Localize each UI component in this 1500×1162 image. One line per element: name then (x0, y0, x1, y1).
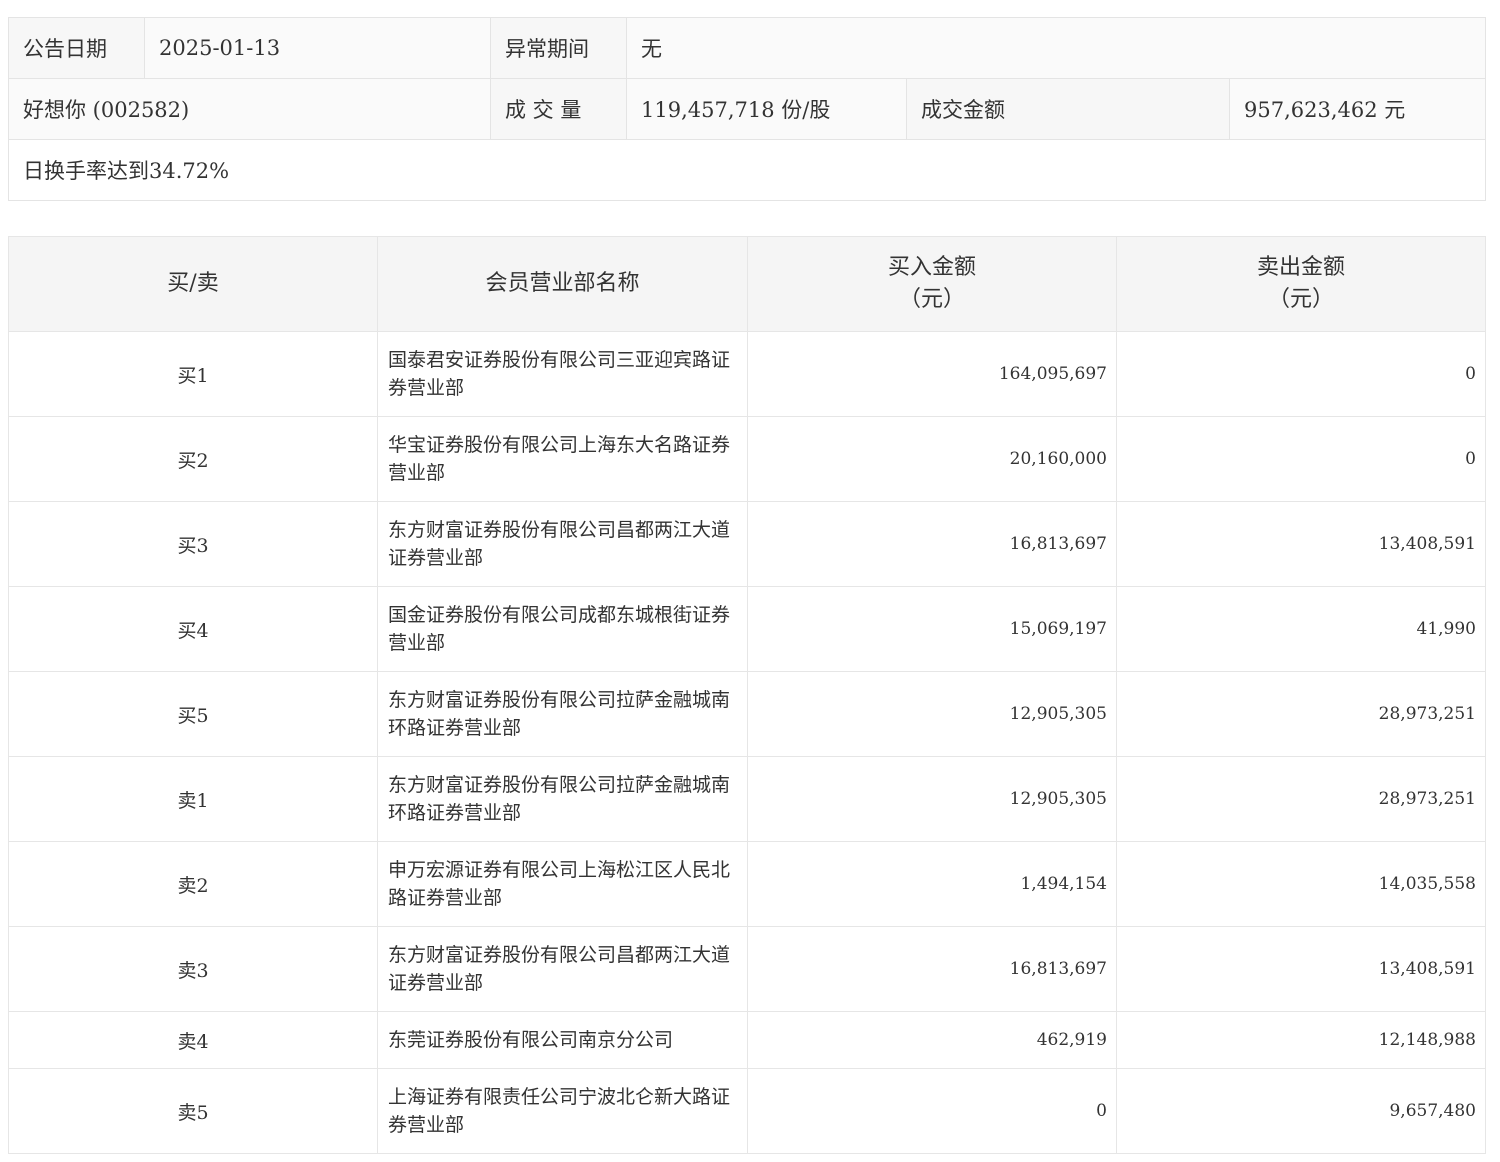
announce-date-label: 公告日期 (8, 17, 145, 79)
row-buy-amount: 15,069,197 (747, 586, 1117, 672)
row-side: 卖3 (8, 926, 378, 1012)
header-buy-amount: 买入金额 （元） (747, 236, 1117, 332)
row-sell-amount: 13,408,591 (1116, 501, 1486, 587)
table-row: 买1 国泰君安证券股份有限公司三亚迎宾路证券营业部 164,095,697 0 (8, 331, 1486, 417)
row-sell-amount: 12,148,988 (1116, 1011, 1486, 1069)
table-row: 买5 东方财富证券股份有限公司拉萨金融城南环路证券营业部 12,905,305 … (8, 671, 1486, 757)
table-row: 买2 华宝证券股份有限公司上海东大名路证券营业部 20,160,000 0 (8, 416, 1486, 502)
row-member-name: 国泰君安证券股份有限公司三亚迎宾路证券营业部 (377, 331, 748, 417)
row-side: 买3 (8, 501, 378, 587)
row-buy-amount: 12,905,305 (747, 671, 1117, 757)
row-side: 卖4 (8, 1011, 378, 1069)
row-member-name: 东方财富证券股份有限公司昌都两江大道证券营业部 (377, 926, 748, 1012)
row-side: 买5 (8, 671, 378, 757)
row-buy-amount: 1,494,154 (747, 841, 1117, 927)
row-buy-amount: 0 (747, 1068, 1117, 1154)
row-sell-amount: 13,408,591 (1116, 926, 1486, 1012)
header-side: 买/卖 (8, 236, 378, 332)
header-member-text: 会员营业部名称 (485, 271, 640, 297)
announce-date-value: 2025-01-13 (144, 17, 491, 79)
summary-table: 公告日期 2025-01-13 异常期间 无 好想你 (002582) 成 交 … (7, 17, 1487, 201)
row-sell-amount: 0 (1116, 416, 1486, 502)
stock-name-code: 好想你 (002582) (8, 78, 491, 140)
row-buy-amount: 16,813,697 (747, 501, 1117, 587)
row-side: 买4 (8, 586, 378, 672)
row-member-name: 上海证券有限责任公司宁波北仑新大路证券营业部 (377, 1068, 748, 1154)
row-sell-amount: 28,973,251 (1116, 671, 1486, 757)
row-member-name: 申万宏源证券有限公司上海松江区人民北路证券营业部 (377, 841, 748, 927)
row-sell-amount: 9,657,480 (1116, 1068, 1486, 1154)
row-member-name: 东莞证券股份有限公司南京分公司 (377, 1011, 748, 1069)
row-sell-amount: 14,035,558 (1116, 841, 1486, 927)
table-row: 卖2 申万宏源证券有限公司上海松江区人民北路证券营业部 1,494,154 14… (8, 841, 1486, 927)
row-side: 卖5 (8, 1068, 378, 1154)
table-row: 卖5 上海证券有限责任公司宁波北仑新大路证券营业部 0 9,657,480 (8, 1068, 1486, 1154)
abnormal-period-value: 无 (625, 17, 1487, 79)
row-sell-amount: 41,990 (1116, 586, 1486, 672)
row-member-name: 东方财富证券股份有限公司拉萨金融城南环路证券营业部 (377, 671, 748, 757)
detail-header-row: 买/卖 会员营业部名称 买入金额 （元） 卖出金额 （元） (8, 236, 1486, 332)
header-sell-amount: 卖出金额 （元） (1116, 236, 1486, 332)
header-member: 会员营业部名称 (377, 236, 748, 332)
row-sell-amount: 28,973,251 (1116, 756, 1486, 842)
header-side-text: 买/卖 (167, 271, 219, 297)
header-sell-unit: （元） (1267, 287, 1334, 312)
amount-label: 成交金额 (906, 78, 1230, 140)
amount-value: 957,623,462 元 (1228, 78, 1487, 140)
row-buy-amount: 462,919 (747, 1011, 1117, 1069)
table-row: 卖3 东方财富证券股份有限公司昌都两江大道证券营业部 16,813,697 13… (8, 926, 1486, 1012)
row-buy-amount: 20,160,000 (747, 416, 1117, 502)
header-buy-unit: （元） (898, 287, 965, 312)
table-row: 卖4 东莞证券股份有限公司南京分公司 462,919 12,148,988 (8, 1011, 1486, 1069)
page: 公告日期 2025-01-13 异常期间 无 好想你 (002582) 成 交 … (0, 0, 1500, 1162)
volume-label: 成 交 量 (490, 78, 627, 140)
row-sell-amount: 0 (1116, 331, 1486, 417)
turnover-note: 日换手率达到34.72% (7, 139, 1487, 201)
volume-value: 119,457,718 份/股 (626, 78, 907, 140)
row-buy-amount: 164,095,697 (747, 331, 1117, 417)
table-row: 买4 国金证券股份有限公司成都东城根街证券营业部 15,069,197 41,9… (8, 586, 1486, 672)
row-member-name: 东方财富证券股份有限公司昌都两江大道证券营业部 (377, 501, 748, 587)
header-sell-text: 卖出金额 (1256, 255, 1345, 281)
broker-detail-table: 买/卖 会员营业部名称 买入金额 （元） 卖出金额 （元） 买1 国泰君安证券股… (8, 236, 1486, 1154)
row-side: 买2 (8, 416, 378, 502)
row-member-name: 东方财富证券股份有限公司拉萨金融城南环路证券营业部 (377, 756, 748, 842)
row-side: 卖1 (8, 756, 378, 842)
summary-row-date: 公告日期 2025-01-13 异常期间 无 (8, 17, 1487, 79)
row-buy-amount: 16,813,697 (747, 926, 1117, 1012)
abnormal-period-label: 异常期间 (490, 17, 627, 79)
summary-row-trade: 好想你 (002582) 成 交 量 119,457,718 份/股 成交金额 … (8, 78, 1487, 140)
row-member-name: 国金证券股份有限公司成都东城根街证券营业部 (377, 586, 748, 672)
table-row: 卖1 东方财富证券股份有限公司拉萨金融城南环路证券营业部 12,905,305 … (8, 756, 1486, 842)
row-side: 卖2 (8, 841, 378, 927)
header-buy-text: 买入金额 (887, 255, 976, 281)
summary-row-note: 日换手率达到34.72% (7, 139, 1487, 201)
row-member-name: 华宝证券股份有限公司上海东大名路证券营业部 (377, 416, 748, 502)
table-row: 买3 东方财富证券股份有限公司昌都两江大道证券营业部 16,813,697 13… (8, 501, 1486, 587)
row-side: 买1 (8, 331, 378, 417)
row-buy-amount: 12,905,305 (747, 756, 1117, 842)
